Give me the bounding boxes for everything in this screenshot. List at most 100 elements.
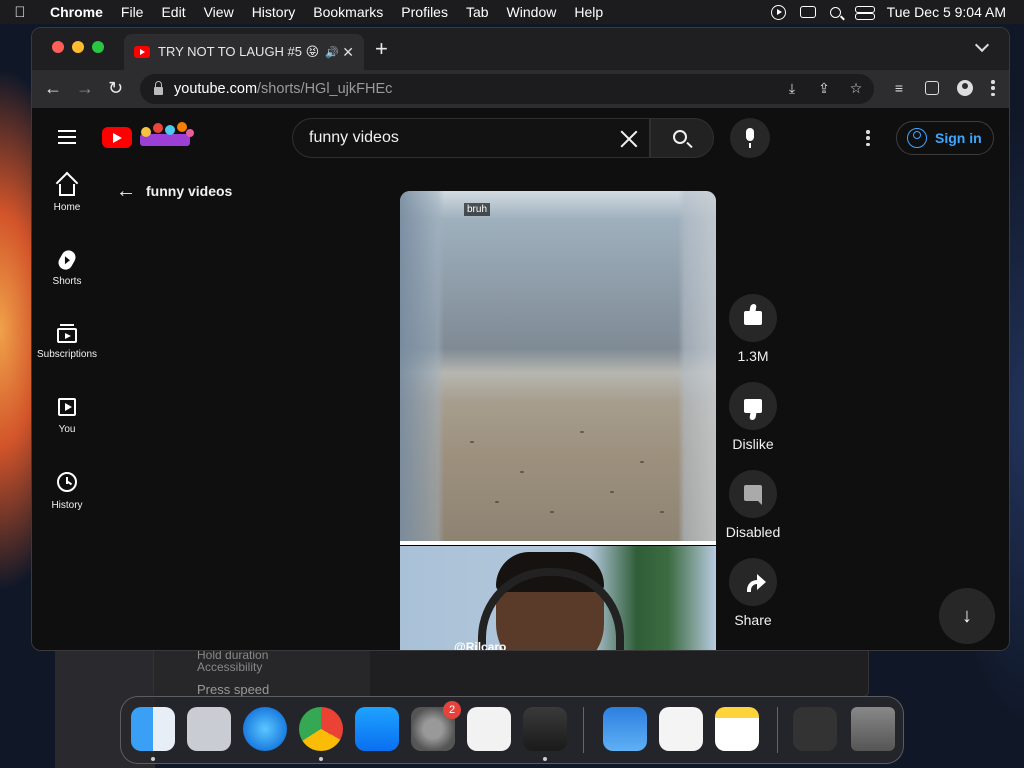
tab-audio-icon[interactable]: 🔊 [325,46,339,59]
youtube-doodle-icon[interactable] [136,122,196,148]
now-playing-icon[interactable] [770,4,786,20]
bookmark-star-icon[interactable]: ☆ [848,80,864,96]
search-input-value: funny videos [309,129,399,146]
dock-finder-icon[interactable] [131,707,175,751]
tab-title: TRY NOT TO LAUGH #5 😝 [158,44,320,59]
window-minimize-button[interactable] [72,41,84,53]
dock-chrome-icon[interactable] [299,707,343,751]
profile-avatar-icon[interactable] [957,80,973,96]
dock-safari-icon[interactable] [243,707,287,751]
share-button[interactable]: Share [726,558,780,646]
window-zoom-button[interactable] [92,41,104,53]
dislike-button[interactable]: Dislike [726,382,780,470]
dock-launchpad-icon[interactable] [187,707,231,751]
guide-menu-icon[interactable] [58,130,76,144]
url-path: /shorts/HGl_ujkFHEc [257,81,393,97]
install-app-icon[interactable]: ⤓ [784,80,800,96]
thumbs-down-icon [744,399,762,413]
next-short-button[interactable]: ↓ [939,588,995,644]
settings-badge: 2 [443,701,461,719]
search-button[interactable] [650,118,714,158]
spotlight-search-icon[interactable] [829,6,841,18]
short-video-player[interactable]: bruh @Rilcaro [400,191,716,651]
sign-in-button[interactable]: Sign in [896,121,994,155]
menu-bar-clock[interactable]: Tue Dec 5 9:04 AM [887,4,1006,20]
menu-window[interactable]: Window [498,4,566,20]
sidebar-item-history[interactable]: History [32,472,102,546]
tab-active[interactable]: TRY NOT TO LAUGH #5 😝 🔊 ✕ [124,34,364,70]
menu-help[interactable]: Help [565,4,612,20]
youtube-logo-icon[interactable] [102,127,132,148]
dock: 2 [120,696,904,764]
menu-app-chrome[interactable]: Chrome [40,4,112,20]
window-close-button[interactable] [52,41,64,53]
side-panel-icon[interactable] [925,81,939,95]
reload-button[interactable]: ↻ [108,78,123,98]
video-frame-webcam: @Rilcaro [400,546,716,651]
sidebar-item-label: Subscriptions [36,349,98,360]
menu-history[interactable]: History [243,4,305,20]
settings-menu-icon[interactable] [866,130,870,146]
dock-app-store-icon[interactable] [355,707,399,751]
menu-bar:  Chrome File Edit View History Bookmark… [0,0,1024,24]
subscriptions-icon [57,324,77,343]
control-center-icon[interactable] [854,6,875,20]
sidebar-item-subscriptions[interactable]: Subscriptions [32,324,102,398]
video-frame-beach: bruh [400,191,716,541]
apple-menu-icon[interactable]:  [0,4,40,21]
lock-icon[interactable] [154,81,163,95]
stage-manager-icon[interactable] [799,6,816,18]
sidebar-item-you[interactable]: You [32,398,102,472]
microphone-icon [746,128,754,148]
dock-textedit-icon[interactable] [467,707,511,751]
sidebar-item-home[interactable]: Home [32,176,102,250]
background-settings-window: Hold duration Accessibility Press speed [153,645,869,697]
sidebar-item-label: History [51,500,83,511]
dock-system-settings-icon[interactable]: 2 [411,701,461,751]
dock-preview-icon[interactable] [659,707,703,751]
menu-profiles[interactable]: Profiles [392,4,457,20]
share-page-icon[interactable]: ⇪ [816,80,832,96]
youtube-page: funny videos Sign in Home Shorts Subscri… [32,108,1009,651]
tab-close-icon[interactable]: ✕ [342,44,354,61]
home-icon [59,184,75,196]
tab-strip: TRY NOT TO LAUGH #5 😝 🔊 ✕ + [32,28,1009,70]
menu-edit[interactable]: Edit [152,4,194,20]
tab-search-chevron-icon[interactable] [974,37,990,53]
dislike-label: Dislike [732,436,774,452]
arrow-down-icon: ↓ [962,604,972,627]
menu-view[interactable]: View [195,4,243,20]
like-count: 1.3M [737,348,769,364]
video-split-divider [400,541,716,545]
channel-watermark: @Rilcaro [454,640,507,651]
like-button[interactable]: 1.3M [726,294,780,382]
voice-search-button[interactable] [730,118,770,158]
video-caption-text: bruh [464,203,491,216]
sidebar-item-shorts[interactable]: Shorts [32,247,102,324]
dock-garageband-icon[interactable] [523,707,567,751]
menu-bookmarks[interactable]: Bookmarks [304,4,392,20]
dock-screenshot-icon[interactable] [793,707,837,751]
sidebar-item-label: Shorts [52,276,82,287]
media-controls-icon[interactable]: ≡ [891,80,907,96]
search-input[interactable]: funny videos [292,118,650,158]
dock-notes-icon[interactable] [715,707,759,751]
sidebar-item-label: Home [53,202,81,213]
address-bar[interactable]: youtube.com/shorts/HGl_ujkFHEc ⤓ ⇪ ☆ [140,74,874,104]
back-button[interactable]: ← [44,78,62,98]
back-to-search-link[interactable]: ← funny videos [116,181,232,201]
menu-tab[interactable]: Tab [457,4,498,20]
clear-search-icon[interactable] [619,129,639,149]
account-icon [907,128,927,148]
menu-file[interactable]: File [112,4,153,20]
comments-button[interactable]: Disabled [726,470,780,558]
sidebar: Home Shorts Subscriptions You History [32,176,102,546]
dock-trash-icon[interactable] [851,707,895,751]
new-tab-button[interactable]: + [375,37,388,61]
background-text-press-speed: Press speed [197,682,270,697]
sign-in-label: Sign in [935,130,982,146]
dock-weather-icon[interactable] [603,707,647,751]
forward-button[interactable]: → [76,78,94,98]
chrome-menu-icon[interactable] [991,80,995,96]
comment-icon [744,485,762,505]
